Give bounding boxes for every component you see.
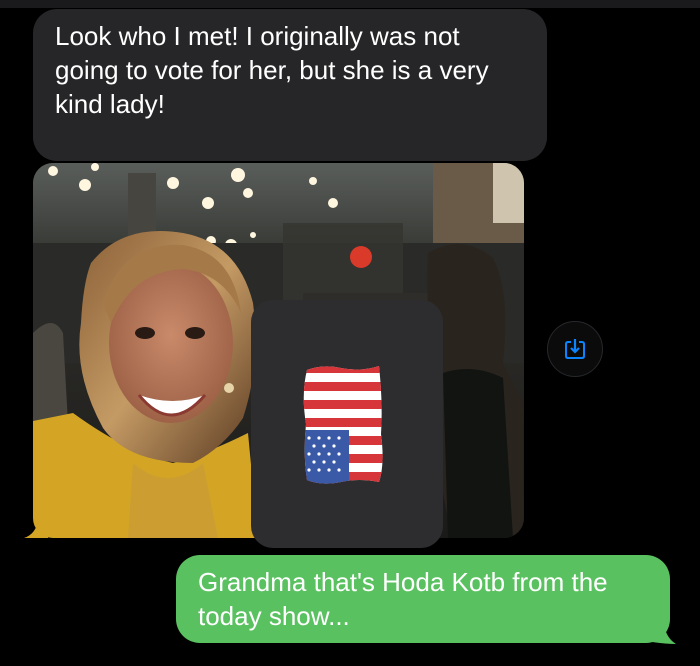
flag-sticker-card[interactable] [251,300,443,548]
photo-bubble-tail [24,520,48,538]
save-photo-button[interactable] [547,321,603,377]
messages-screen: Look who I met! I originally was not goi… [0,0,700,666]
outgoing-message-text: Grandma that's Hoda Kotb from the today … [198,567,608,631]
previous-message-edge [0,0,700,8]
outgoing-message-bubble[interactable]: Grandma that's Hoda Kotb from the today … [176,555,670,643]
download-icon [565,339,585,359]
american-flag-icon [303,366,383,484]
incoming-message-text: Look who I met! I originally was not goi… [55,21,489,119]
outgoing-bubble-tail [652,624,676,644]
incoming-message-bubble[interactable]: Look who I met! I originally was not goi… [33,9,547,161]
